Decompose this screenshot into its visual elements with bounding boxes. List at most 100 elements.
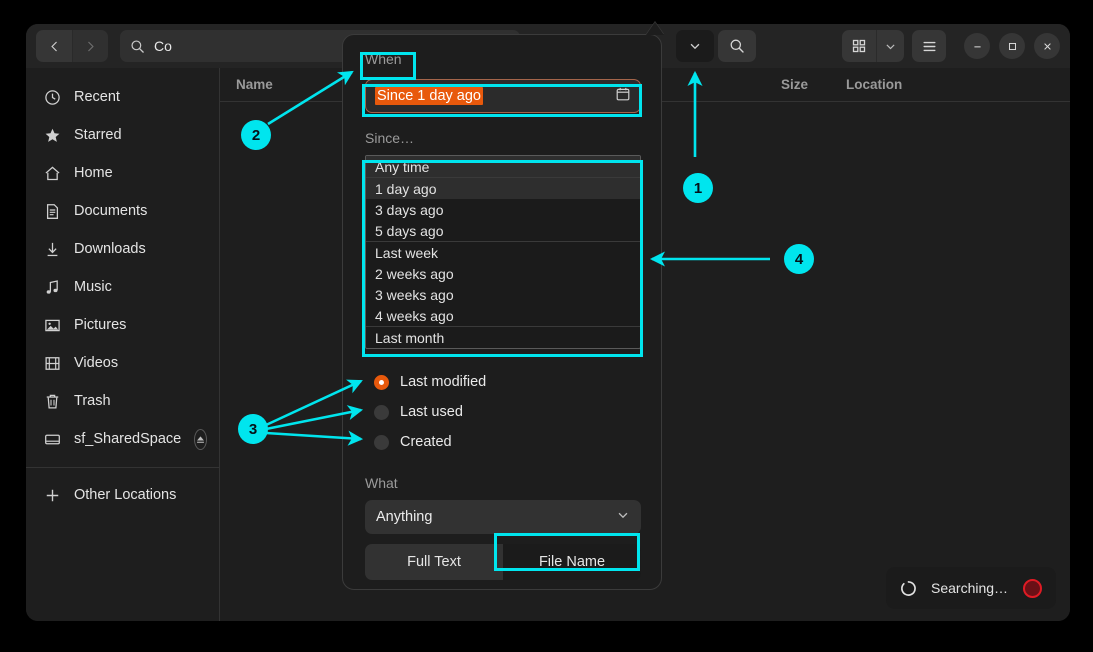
search-toggle-button[interactable] <box>718 30 756 62</box>
annotation-badge-number: 2 <box>252 127 260 144</box>
sidebar-item-other-locations[interactable]: Other Locations <box>26 476 219 514</box>
sidebar-item-label: Downloads <box>74 241 146 257</box>
popover-content: When Since 1 day ago Since… Any time 1 d… <box>343 35 661 580</box>
sidebar-item-downloads[interactable]: Downloads <box>26 230 219 268</box>
date-option-label: 2 weeks ago <box>375 266 454 282</box>
sidebar-item-label: Other Locations <box>74 487 176 503</box>
maximize-icon <box>1007 41 1018 52</box>
date-option-label: 1 day ago <box>375 181 437 197</box>
stop-search-button[interactable] <box>1023 579 1042 598</box>
search-scope-toggle-group: Full Text File Name <box>365 544 641 580</box>
calendar-icon[interactable] <box>615 86 631 107</box>
full-text-button[interactable]: Full Text <box>365 544 503 580</box>
search-filter-dropdown-button[interactable] <box>676 30 714 62</box>
date-option-label: 4 weeks ago <box>375 308 454 324</box>
back-button[interactable] <box>36 30 72 62</box>
date-option-any-time[interactable]: Any time <box>366 156 640 177</box>
close-button[interactable] <box>1034 33 1060 59</box>
date-entry-field[interactable]: Since 1 day ago <box>365 79 641 113</box>
date-options-list[interactable]: Any time 1 day ago 3 days ago 5 days ago… <box>365 155 641 349</box>
drive-icon <box>44 431 61 448</box>
what-label: What <box>365 475 641 491</box>
plus-icon <box>44 487 61 504</box>
sidebar-item-starred[interactable]: Starred <box>26 116 219 154</box>
popover-tail <box>646 22 664 35</box>
search-filter-popover: When Since 1 day ago Since… Any time 1 d… <box>342 34 662 590</box>
main-menu-button[interactable] <box>912 30 946 62</box>
file-name-button[interactable]: File Name <box>503 544 641 580</box>
chevron-down-icon <box>688 39 702 53</box>
sidebar-item-sf-sharedspace[interactable]: sf_SharedSpace <box>26 420 219 458</box>
home-icon <box>44 165 61 182</box>
date-option-5-days-ago[interactable]: 5 days ago <box>366 220 640 241</box>
radio-created[interactable]: Created <box>365 427 641 457</box>
grid-view-icon <box>851 38 867 54</box>
date-option-label: 3 weeks ago <box>375 287 454 303</box>
date-option-label: Last week <box>375 245 438 261</box>
radio-indicator-icon <box>374 405 389 420</box>
search-status-text: Searching… <box>931 580 1008 596</box>
music-note-icon <box>44 279 61 296</box>
search-input-value: Co <box>154 38 172 54</box>
download-icon <box>44 241 61 258</box>
image-icon <box>44 317 61 334</box>
sidebar-item-recent[interactable]: Recent <box>26 78 219 116</box>
trash-icon <box>44 393 61 410</box>
date-option-3-weeks-ago[interactable]: 3 weeks ago <box>366 284 640 305</box>
date-option-label: Last month <box>375 330 444 346</box>
screenshot-root: Co <box>0 0 1093 652</box>
sidebar-item-label: Home <box>74 165 113 181</box>
minimize-icon <box>972 41 983 52</box>
sidebar-item-label: Pictures <box>74 317 126 333</box>
radio-last-modified[interactable]: Last modified <box>365 367 641 397</box>
sidebar-item-label: Documents <box>74 203 147 219</box>
close-icon <box>1042 41 1053 52</box>
radio-label: Created <box>400 434 452 450</box>
sidebar-item-label: Recent <box>74 89 120 105</box>
date-option-3-days-ago[interactable]: 3 days ago <box>366 199 640 220</box>
sidebar-item-documents[interactable]: Documents <box>26 192 219 230</box>
sidebar-item-trash[interactable]: Trash <box>26 382 219 420</box>
column-header-size[interactable]: Size <box>765 77 830 92</box>
header-right-group <box>842 24 1060 68</box>
chevron-right-icon <box>84 40 97 53</box>
date-option-label: Any time <box>375 159 429 175</box>
sidebar-item-label: sf_SharedSpace <box>74 431 181 447</box>
sidebar-item-pictures[interactable]: Pictures <box>26 306 219 344</box>
date-option-last-month[interactable]: Last month <box>366 327 640 348</box>
search-icon <box>130 39 145 54</box>
radio-indicator-icon <box>374 375 389 390</box>
annotation-badge-4: 4 <box>784 244 814 274</box>
clock-icon <box>44 89 61 106</box>
eject-button[interactable] <box>194 429 207 450</box>
annotation-badge-2: 2 <box>241 120 271 150</box>
date-option-last-week[interactable]: Last week <box>366 242 640 263</box>
minimize-button[interactable] <box>964 33 990 59</box>
sidebar-item-music[interactable]: Music <box>26 268 219 306</box>
column-header-location[interactable]: Location <box>830 77 1070 92</box>
sidebar-item-home[interactable]: Home <box>26 154 219 192</box>
star-icon <box>44 127 61 144</box>
sidebar-item-label: Music <box>74 279 112 295</box>
navigation-buttons <box>36 30 108 62</box>
what-dropdown[interactable]: Anything <box>365 500 641 534</box>
annotation-badge-3: 3 <box>238 414 268 444</box>
forward-button[interactable] <box>72 30 108 62</box>
date-option-2-weeks-ago[interactable]: 2 weeks ago <box>366 263 640 284</box>
sidebar-item-videos[interactable]: Videos <box>26 344 219 382</box>
sidebar-item-label: Starred <box>74 127 122 143</box>
view-mode-dropdown-button[interactable] <box>876 30 904 62</box>
radio-label: Last modified <box>400 374 486 390</box>
date-option-1-day-ago[interactable]: 1 day ago <box>366 178 640 199</box>
sidebar-item-label: Trash <box>74 393 111 409</box>
when-label: When <box>365 51 402 67</box>
grid-view-button[interactable] <box>842 30 876 62</box>
date-option-4-weeks-ago[interactable]: 4 weeks ago <box>366 305 640 326</box>
chevron-down-icon <box>616 508 630 526</box>
radio-last-used[interactable]: Last used <box>365 397 641 427</box>
eject-icon <box>195 434 206 445</box>
date-entry-value: Since 1 day ago <box>375 87 483 105</box>
what-dropdown-value: Anything <box>376 509 432 525</box>
maximize-button[interactable] <box>999 33 1025 59</box>
sidebar-item-label: Videos <box>74 355 118 371</box>
